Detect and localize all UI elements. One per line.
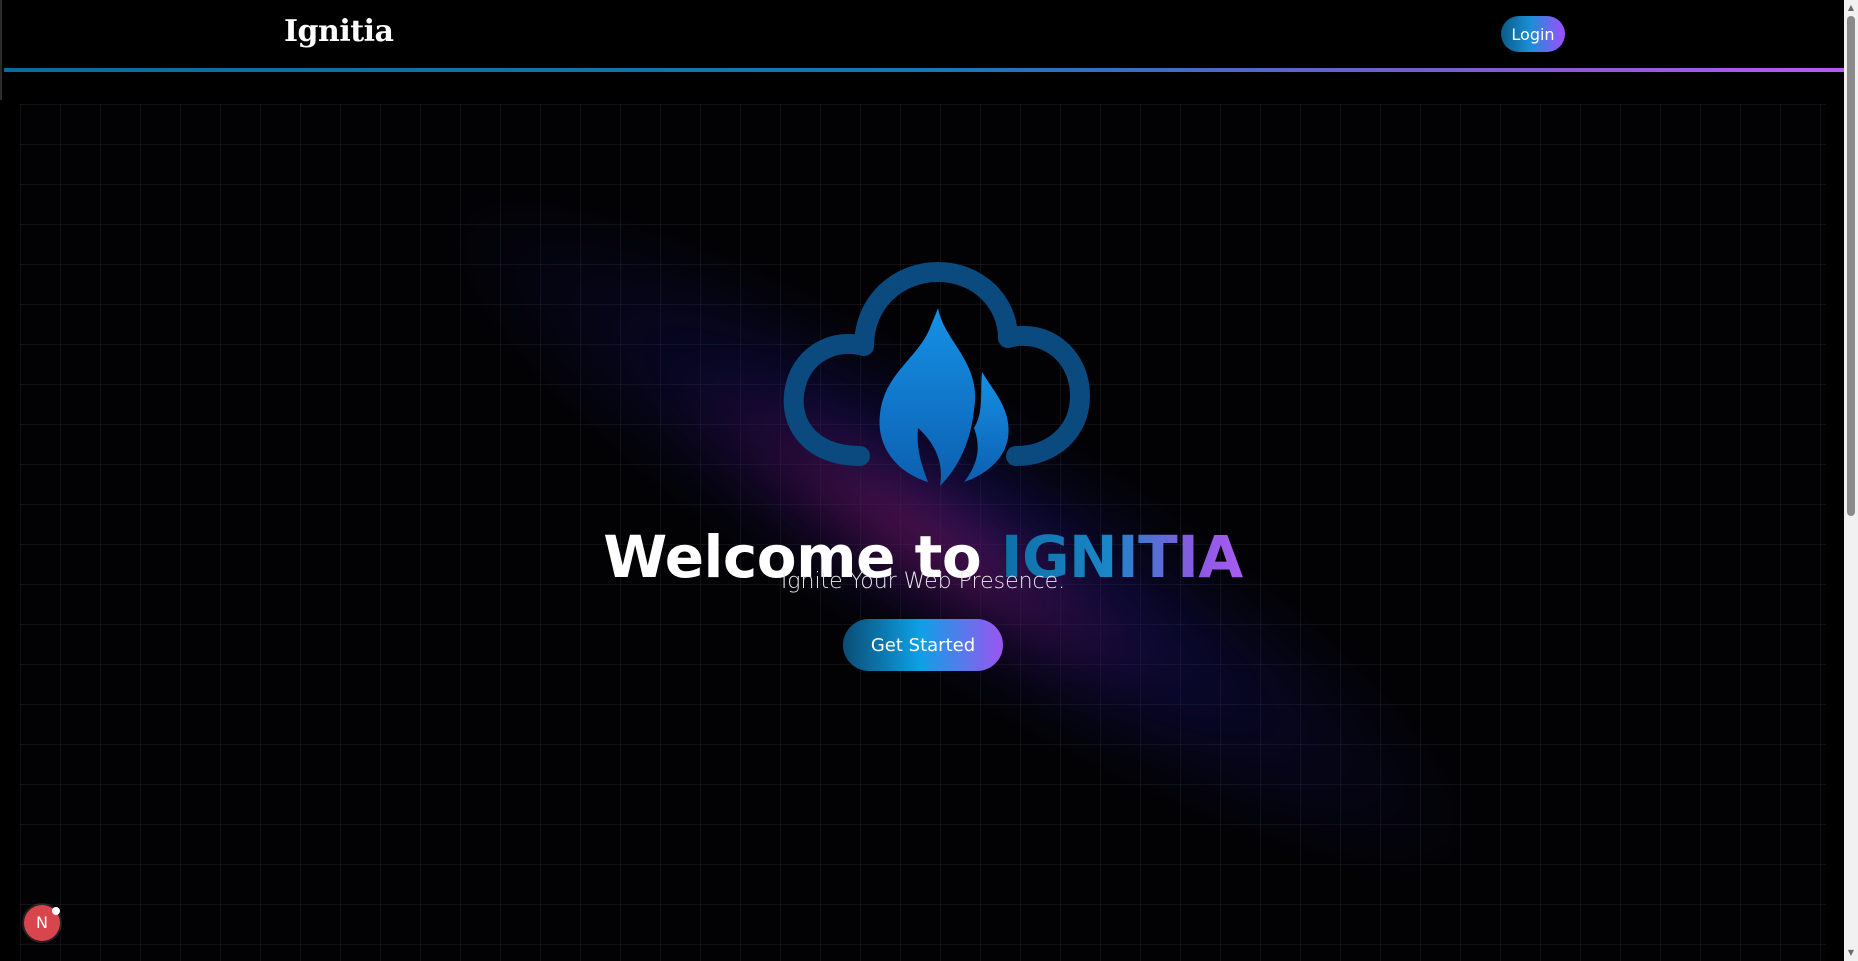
navbar-gradient-divider	[4, 68, 1844, 72]
scroll-up-arrow-icon[interactable]: ▲	[1844, 2, 1858, 14]
navbar: Ignitia Login	[4, 0, 1844, 68]
brand-logo-text[interactable]: Ignitia	[284, 14, 394, 49]
hero-tagline: Ignite Your Web Presence.	[780, 569, 1066, 594]
get-started-button[interactable]: Get Started	[843, 619, 1003, 671]
cloud-flame-icon	[783, 262, 1090, 486]
vertical-scrollbar[interactable]: ▲ ▼	[1844, 0, 1858, 961]
landing-page: Ignitia Login Welcome to IGNITIA Ignite …	[0, 0, 1858, 961]
scrollbar-thumb[interactable]	[1847, 16, 1855, 516]
scroll-down-arrow-icon[interactable]: ▼	[1844, 947, 1858, 959]
hero-section: Welcome to IGNITIA Ignite Your Web Prese…	[20, 104, 1826, 961]
window-edge	[0, 0, 2, 100]
notification-dot	[52, 907, 60, 915]
login-button[interactable]: Login	[1501, 16, 1565, 52]
